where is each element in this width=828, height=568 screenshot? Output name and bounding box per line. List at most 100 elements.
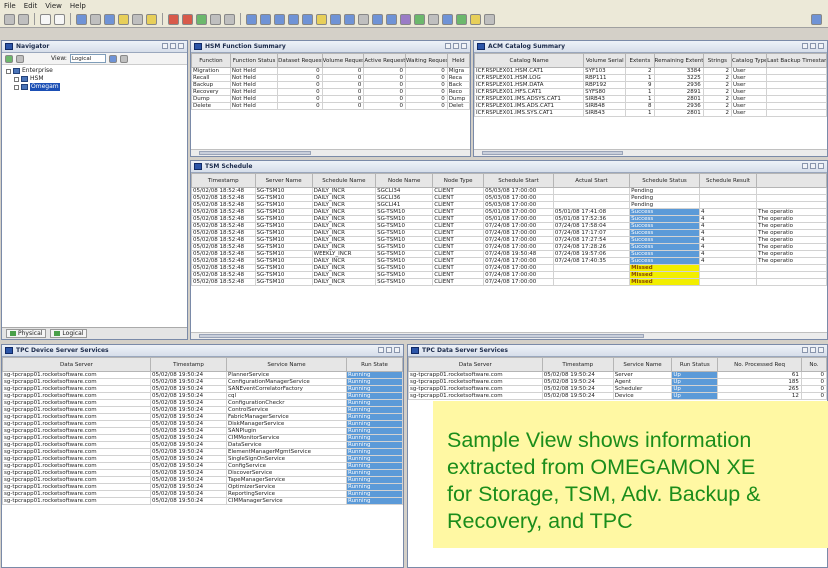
expand-toggle-icon[interactable] [6,68,11,74]
notepad-icon[interactable] [316,13,327,25]
plot-chart-icon[interactable] [288,13,299,25]
event-console-icon[interactable] [330,13,341,25]
column-header[interactable]: Schedule Status [629,173,700,188]
edit-properties-icon[interactable] [428,13,439,25]
tree-node[interactable]: Enterprise [6,67,183,75]
forward-icon[interactable] [18,13,29,25]
table-row[interactable]: 05/02/08 18:52:48 SG-TSM10 DAILY_INCR SG-TS… [191,257,827,265]
table-row[interactable]: 05/02/08 18:52:48 SG-TSM10 WEEKLY_INCR SG-T… [191,250,827,258]
column-header[interactable] [756,173,827,188]
column-header[interactable]: Remaining Extents [653,53,704,68]
table-row[interactable]: 05/02/08 18:52:48 SG-TSM10 DAILY_INCR SGCLI… [191,194,827,202]
menu-item[interactable]: Edit [24,2,38,10]
topology-icon[interactable] [400,13,411,25]
table-row[interactable]: sg-tpcrapp01.rocketsoftware.com 05/02/08 … [2,476,403,484]
column-header[interactable]: Extents [625,53,655,68]
tsm-scrollbar[interactable] [191,332,827,339]
menu-item[interactable]: File [4,2,16,10]
table-row[interactable]: sg-tpcrapp01.rocketsoftware.com 05/02/08 … [2,448,403,456]
table-row[interactable]: Recovery Not Held 0 0 0 0 Reco [191,88,470,96]
column-header[interactable]: Catalog Name [474,53,585,68]
close-icon[interactable] [178,43,184,49]
table-row[interactable]: ICF.RSPLEX01.IMS.ADSYS.CAT1 SIRB43 1 2801 2 U… [474,95,827,103]
new-workspace-icon[interactable] [40,13,51,25]
column-header[interactable]: Data Server [2,357,151,372]
column-header[interactable]: Volume Requests [321,53,365,68]
bar-chart-icon[interactable] [274,13,285,25]
table-row[interactable]: 05/02/08 18:52:48 SG-TSM10 DAILY_INCR SG-TS… [191,236,827,244]
tree-node[interactable]: HSM [6,75,183,83]
table-row[interactable]: Migration Not Held 0 0 0 0 Migra [191,67,470,75]
view-select[interactable]: Logical [69,54,106,63]
table-row[interactable]: 05/02/08 18:52:48 SG-TSM10 DAILY_INCR SG-TS… [191,264,827,272]
table-row[interactable]: sg-tpcrapp01.rocketsoftware.com 05/02/08 … [2,371,403,379]
table-row[interactable]: sg-tpcrapp01.rocketsoftware.com 05/02/08 … [2,483,403,491]
acm-scrollbar[interactable] [474,149,827,156]
column-header[interactable]: Strings [702,53,732,68]
table-row[interactable]: sg-tpcrapp01.rocketsoftware.com 05/02/08 … [2,385,403,393]
pie-chart-icon[interactable] [260,13,271,25]
table-row[interactable]: Dump Not Held 0 0 0 0 Dump [191,95,470,103]
column-header[interactable]: Actual Start [552,173,631,188]
table-row[interactable]: 05/02/08 18:52:48 SG-TSM10 DAILY_INCR SG-TS… [191,243,827,251]
column-header[interactable]: No. [800,357,827,372]
table-row[interactable]: sg-tpcrapp01.rocketsoftware.com 05/02/08 … [2,406,403,414]
maximize-icon[interactable] [802,347,808,353]
hsm-scrollbar[interactable] [191,149,470,156]
close-icon[interactable] [818,163,824,169]
stop-icon[interactable] [168,13,179,25]
maximize-icon[interactable] [445,43,451,49]
table-row[interactable]: sg-tpcrapp01.rocketsoftware.com 05/02/08 … [2,420,403,428]
maximize-icon[interactable] [802,163,808,169]
expand-toggle-icon[interactable] [14,84,19,90]
column-header[interactable]: Volume Serial [583,53,627,68]
properties-icon[interactable] [104,13,115,25]
table-row[interactable]: sg-tpcrapp01.rocketsoftware.com 05/02/08 … [2,378,403,386]
expand-icon[interactable] [16,54,24,63]
column-header[interactable]: Run State [346,357,403,372]
save-icon[interactable] [76,13,87,25]
column-header[interactable]: Node Name [375,173,434,188]
column-header[interactable]: Schedule Name [311,173,377,188]
refresh-icon[interactable] [132,13,143,25]
table-row[interactable]: 05/02/08 18:52:48 SG-TSM10 DAILY_INCR SGCLI… [191,201,827,209]
gauge-icon[interactable] [302,13,313,25]
back-icon[interactable] [4,13,15,25]
alert-icon[interactable] [182,13,193,25]
dropdown-icon[interactable] [108,54,117,63]
situations-icon[interactable] [146,13,157,25]
table-row[interactable]: sg-tpcrapp01.rocketsoftware.com 05/02/08 … [408,371,827,379]
maximize-icon[interactable] [802,43,808,49]
table-row[interactable]: 05/02/08 18:52:48 SG-TSM10 DAILY_INCR SG-TS… [191,208,827,216]
expand-toggle-icon[interactable] [14,76,19,82]
table-row[interactable]: sg-tpcrapp01.rocketsoftware.com 05/02/08 … [2,469,403,477]
table-row[interactable]: sg-tpcrapp01.rocketsoftware.com 05/02/08 … [2,392,403,400]
graphic-view-icon[interactable] [344,13,355,25]
help-icon[interactable] [470,13,481,25]
table-row[interactable]: sg-tpcrapp01.rocketsoftware.com 05/02/08 … [2,497,403,505]
table-row[interactable]: sg-tpcrapp01.rocketsoftware.com 05/02/08 … [2,399,403,407]
split-horizontal-icon[interactable] [224,13,235,25]
column-header[interactable]: Timestamp [191,173,256,188]
column-header[interactable]: Catalog Type [730,53,768,68]
column-header[interactable]: Waiting Requests [405,53,448,68]
tab-physical[interactable]: Physical [6,329,47,338]
column-header[interactable]: Service Name [226,357,347,372]
table-row[interactable]: ICF.RSPLEX01.HSM.DATA RBP192 9 2936 2 User [474,81,827,89]
link-icon[interactable] [118,13,129,25]
close-icon[interactable] [818,43,824,49]
table-row[interactable]: sg-tpcrapp01.rocketsoftware.com 05/02/08 … [2,441,403,449]
column-header[interactable]: Service Name [612,357,673,372]
table-row[interactable]: 05/02/08 18:52:48 SG-TSM10 DAILY_INCR SG-TS… [191,215,827,223]
column-header[interactable]: No. Processed Req [717,357,802,372]
timeline-icon[interactable] [414,13,425,25]
column-header[interactable]: Timestamp [541,357,614,372]
table-row[interactable]: sg-tpcrapp01.rocketsoftware.com 05/02/08 … [2,490,403,498]
column-header[interactable]: Held [446,53,470,68]
table-row[interactable]: 05/02/08 18:52:48 SG-TSM10 DAILY_INCR SGCLI… [191,187,827,195]
column-header[interactable]: Dataset Requests [277,53,323,68]
tab-logical[interactable]: Logical [50,329,88,338]
column-header[interactable]: Node Type [432,173,485,188]
take-action-icon[interactable] [358,13,369,25]
close-icon[interactable] [394,347,400,353]
